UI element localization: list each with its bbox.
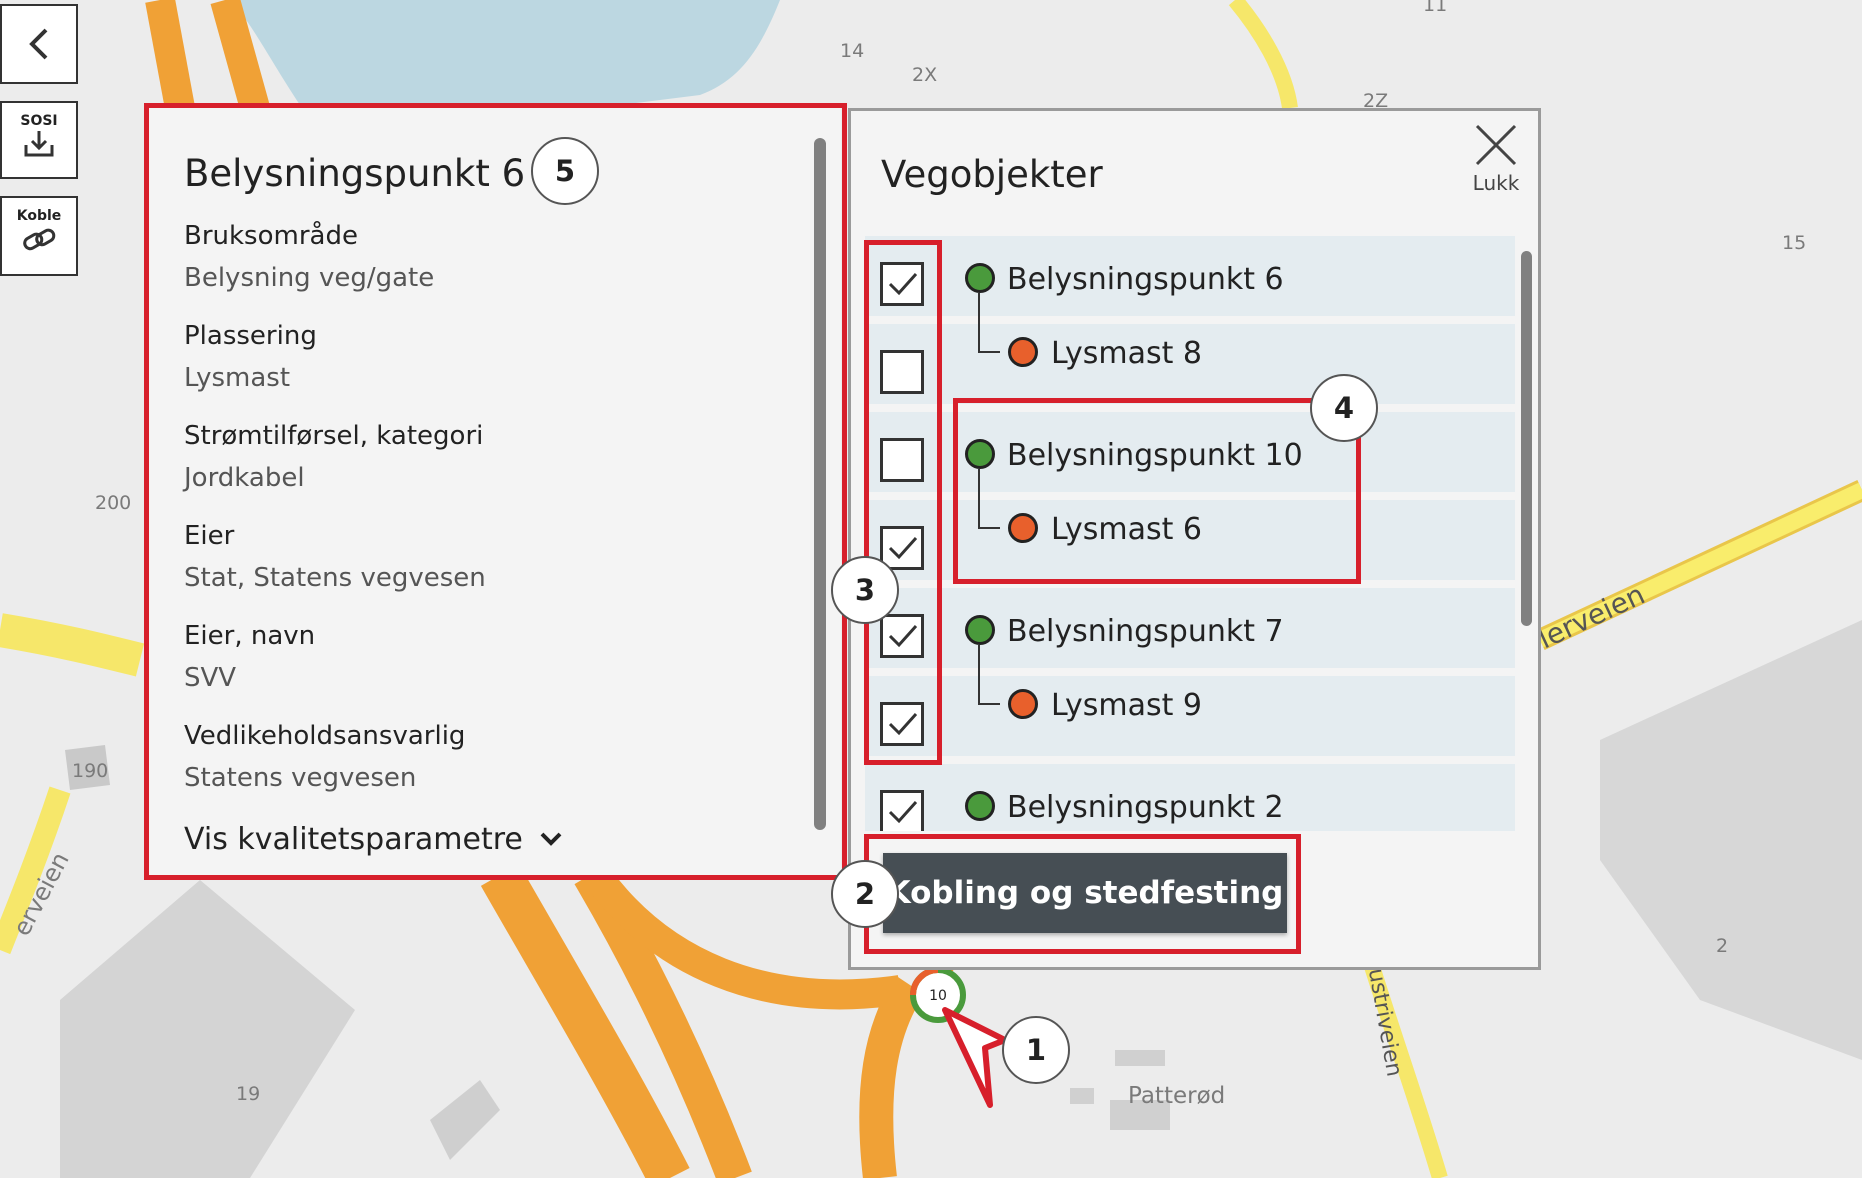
- link-icon: [23, 228, 56, 251]
- status-dot-green: [965, 263, 995, 293]
- close-button[interactable]: Lukk: [1461, 123, 1531, 195]
- tree-connector: [978, 645, 1000, 705]
- download-icon: [24, 131, 54, 157]
- map-label: 19: [236, 1083, 261, 1105]
- annotation-badge-5: 5: [531, 137, 599, 205]
- highlight-checkboxes: [864, 240, 942, 765]
- list-scrollbar[interactable]: [1521, 251, 1532, 626]
- annotation-badge-3: 3: [831, 556, 899, 624]
- sosi-download-button[interactable]: SOSI: [0, 101, 78, 179]
- map-label: 200: [95, 492, 132, 514]
- list-item-label[interactable]: Lysmast 9: [1051, 688, 1202, 723]
- back-button[interactable]: [0, 4, 78, 84]
- road-main: [145, 0, 195, 111]
- status-dot-orange: [1008, 337, 1038, 367]
- highlight-action-button: [864, 834, 1301, 954]
- annotation-badge-2: 2: [831, 860, 899, 928]
- tree-connector: [978, 293, 1000, 353]
- highlight-belysningspunkt-10: [953, 398, 1361, 584]
- status-dot-green: [965, 791, 995, 821]
- map-label: 190: [72, 760, 109, 782]
- highlight-detail-panel: [144, 103, 847, 880]
- sosi-label: SOSI: [20, 113, 58, 129]
- building-shape: [1070, 1088, 1094, 1104]
- status-dot-green: [965, 615, 995, 645]
- chevron-left-icon: [29, 28, 48, 60]
- koble-label: Koble: [16, 208, 62, 224]
- list-item-label[interactable]: Belysningspunkt 6: [1007, 262, 1284, 297]
- annotation-badge-1: 1: [1002, 1016, 1070, 1084]
- map-label: 2: [1716, 935, 1729, 957]
- list-item-label[interactable]: Lysmast 8: [1051, 336, 1202, 371]
- list-item-label[interactable]: Belysningspunkt 2: [1007, 790, 1284, 825]
- map-label: 15: [1782, 232, 1807, 254]
- vegobjekter-title: Vegobjekter: [881, 153, 1103, 196]
- map-label: 14: [840, 40, 865, 62]
- close-icon: [1475, 124, 1517, 166]
- close-label: Lukk: [1472, 171, 1520, 195]
- checkbox-checked[interactable]: [880, 790, 924, 831]
- map-label: 2X: [912, 64, 938, 86]
- status-dot-orange: [1008, 689, 1038, 719]
- water-area: [230, 0, 780, 105]
- map-label: 11: [1423, 0, 1448, 16]
- map-label-place: Patterød: [1128, 1083, 1226, 1109]
- list-item-label[interactable]: Belysningspunkt 7: [1007, 614, 1284, 649]
- cluster-count: 10: [929, 988, 947, 1004]
- koble-button[interactable]: Koble: [0, 196, 78, 276]
- annotation-badge-4: 4: [1310, 374, 1378, 442]
- building-shape: [1115, 1050, 1165, 1066]
